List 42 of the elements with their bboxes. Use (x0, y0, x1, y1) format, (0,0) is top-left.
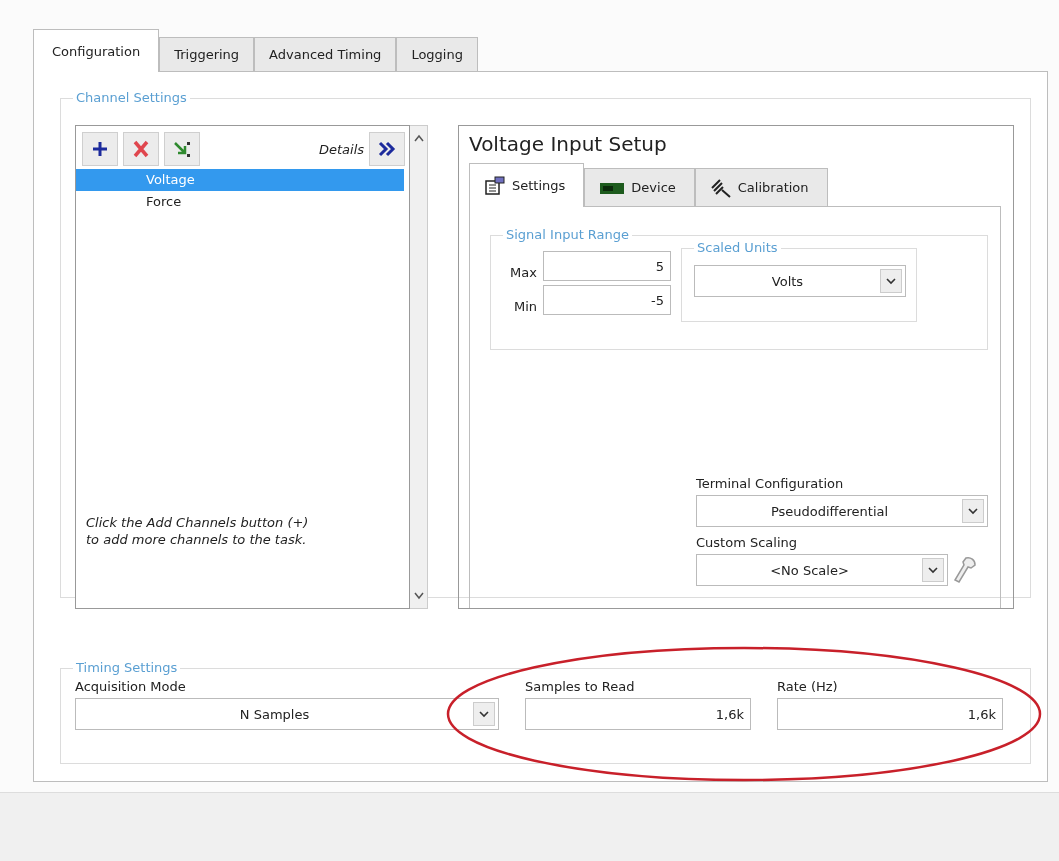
field-label: Max (509, 264, 537, 280)
scrollbar[interactable] (410, 125, 428, 609)
field-label: Samples to Read (525, 679, 636, 694)
dropdown[interactable]: <No Scale> (696, 554, 948, 586)
details-button[interactable] (369, 132, 406, 166)
dropdown[interactable]: Pseudodifferential (696, 495, 988, 527)
field-label: Rate (Hz) (777, 679, 839, 694)
close-icon (133, 140, 149, 158)
wrench-icon[interactable] (952, 555, 978, 585)
tab[interactable]: Settings (469, 163, 585, 207)
input-field[interactable]: 1,6k (777, 698, 1003, 730)
input-field[interactable]: 5 (543, 251, 671, 281)
tab[interactable]: Triggering (159, 37, 255, 71)
field-label: Min (512, 298, 537, 314)
tab[interactable]: Calibration (694, 168, 828, 206)
details-label: Details (318, 141, 365, 157)
dropdown[interactable]: N Samples (75, 698, 499, 730)
dialog-icon (484, 175, 506, 196)
group-title: Timing Settings (73, 660, 181, 676)
input-field[interactable]: -5 (543, 285, 671, 315)
input-field[interactable]: 1,6k (525, 698, 751, 730)
tab[interactable]: Configuration (33, 29, 160, 72)
channel-item[interactable]: Force (76, 191, 405, 213)
tab[interactable]: Logging (396, 37, 478, 71)
group-title: Channel Settings (73, 90, 190, 106)
tab[interactable]: Device (584, 168, 695, 206)
add-button[interactable] (82, 132, 118, 166)
hint-text: Click the Add Channels button (+) to add more channels to the task. (86, 514, 310, 548)
arrow-icon (173, 140, 191, 158)
group-title: Signal Input Range (503, 227, 633, 243)
double-chevron-icon (378, 141, 397, 157)
dropdown[interactable]: Volts (694, 265, 906, 297)
move-button[interactable] (164, 132, 200, 166)
setup-title: Voltage Input Setup (469, 132, 668, 156)
remove-button[interactable] (123, 132, 159, 166)
field-label: Custom Scaling (696, 535, 799, 550)
probe-icon (709, 177, 732, 198)
field-label: Acquisition Mode (75, 679, 187, 694)
tab[interactable]: Advanced Timing (254, 37, 397, 71)
plus-icon (91, 140, 109, 158)
field-label: Terminal Configuration (696, 476, 845, 491)
board-icon (599, 180, 626, 195)
